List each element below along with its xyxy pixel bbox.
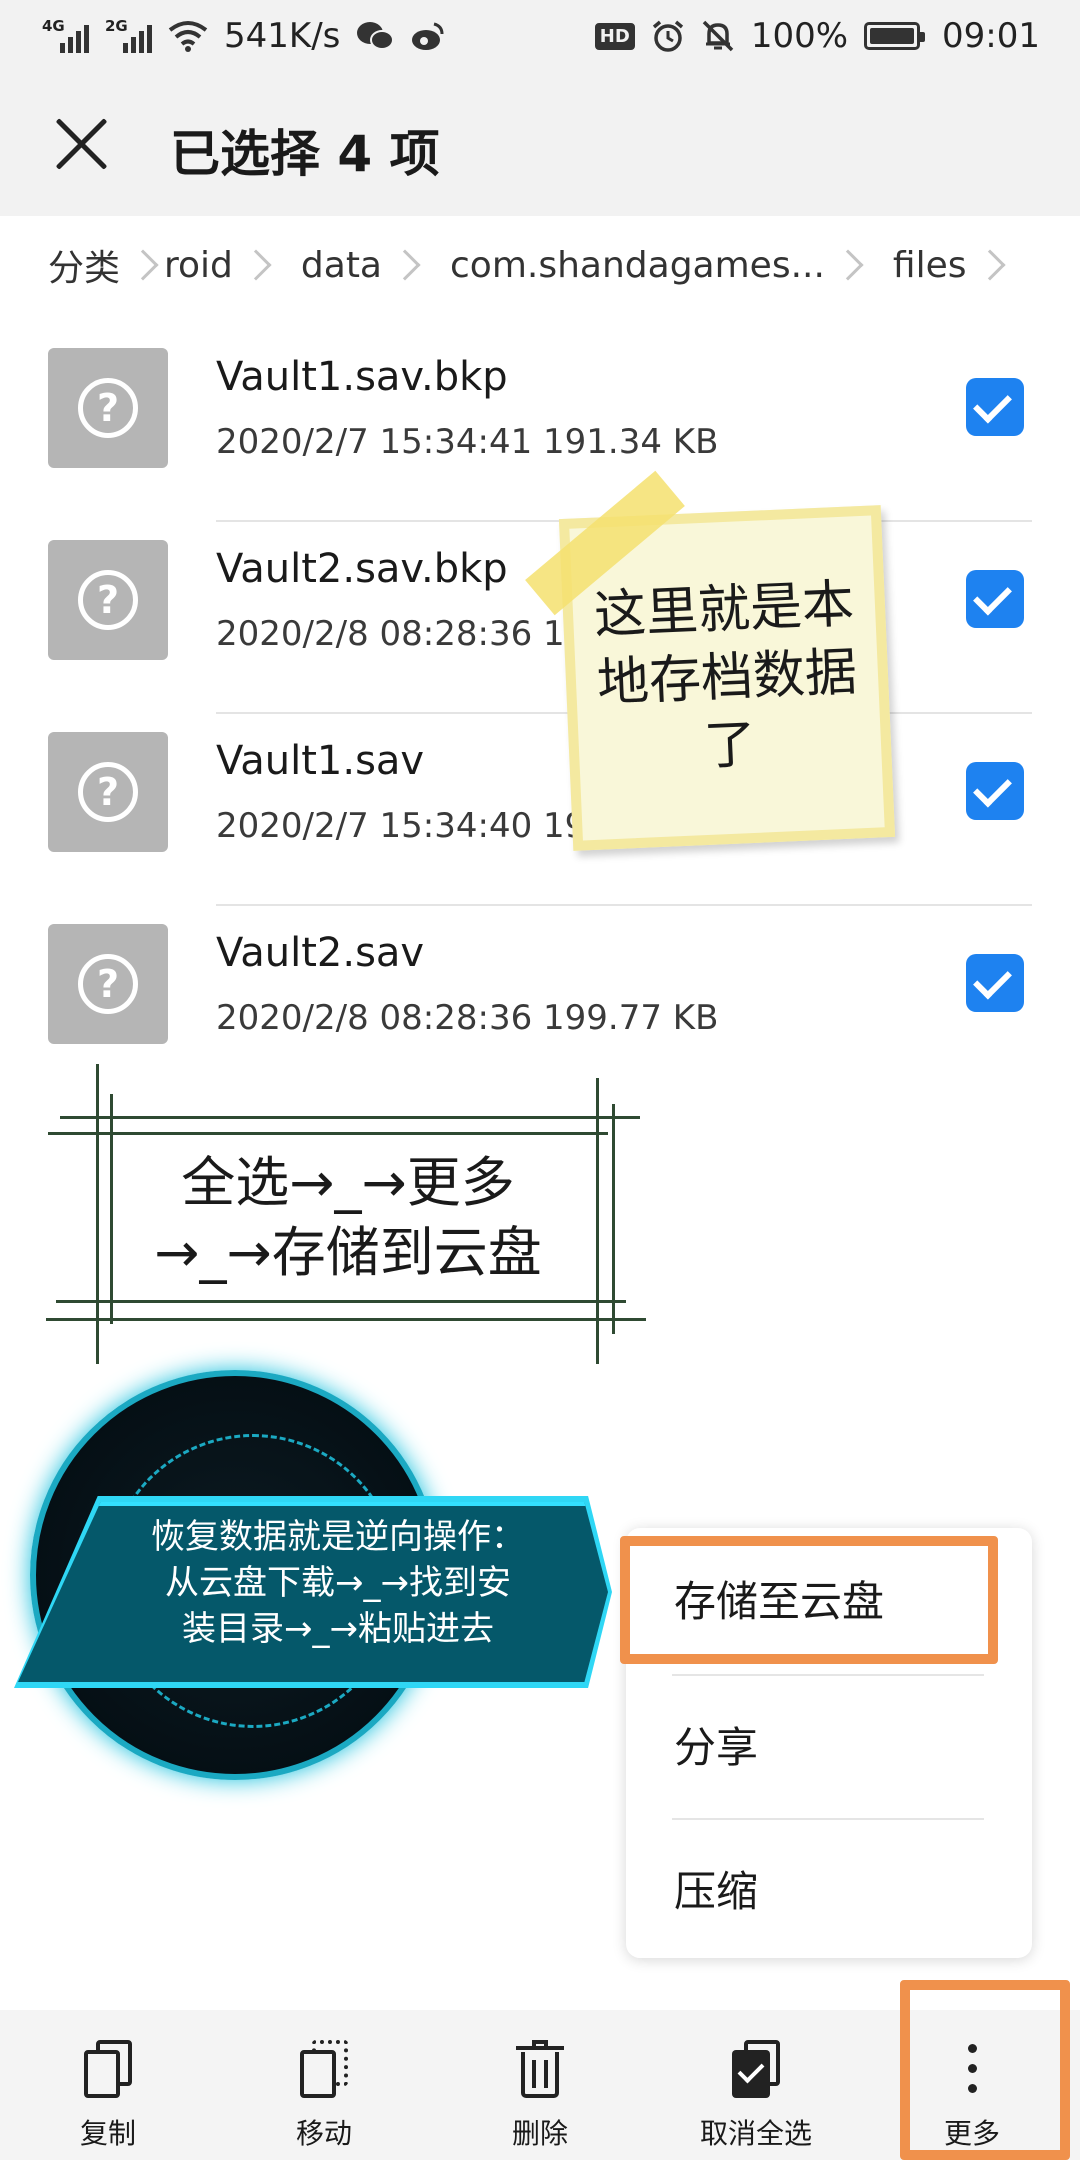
menu-item-share[interactable]: 分享 — [626, 1674, 1032, 1814]
close-icon[interactable] — [52, 114, 112, 174]
hd-badge: HD — [594, 22, 635, 50]
file-thumbnail: ? — [48, 924, 168, 1044]
mute-bell-icon — [702, 20, 734, 52]
restore-tip-badge: 恢复数据就是逆向操作： 从云盘下载→_→找到安 装目录→_→粘贴进去 — [14, 1370, 618, 1780]
file-name: Vault2.sav.bkp — [216, 546, 508, 592]
badge-line-2: 从云盘下载→_→找到安 — [165, 1563, 511, 1603]
highlight-more-button — [900, 1980, 1070, 2160]
highlight-save-to-cloud — [620, 1536, 998, 1664]
move-icon — [300, 2040, 348, 2098]
breadcrumb-item-android[interactable]: roid — [164, 245, 233, 286]
file-thumbnail: ? — [48, 732, 168, 852]
framed-note-line-1: 全选→_→更多 — [181, 1151, 515, 1214]
file-checkbox[interactable] — [966, 570, 1024, 628]
deselect-all-label: 取消全选 — [699, 2117, 812, 2150]
chevron-right-icon — [832, 249, 864, 281]
alarm-icon — [652, 20, 683, 52]
unknown-file-icon: ? — [78, 762, 138, 822]
status-bar-left: 4G 2G 541K/s — [42, 16, 446, 56]
title-bar: 已选择 4 项 — [0, 72, 1080, 216]
breadcrumb-item-package[interactable]: com.shandagames... — [450, 245, 825, 286]
deselect-all-button[interactable]: 取消全选 — [648, 2010, 864, 2160]
signal-icon-1: 4G — [42, 17, 89, 53]
breadcrumb-item-data[interactable]: data — [301, 245, 382, 286]
file-meta: 2020/2/8 08:28:36 199.77 KB — [216, 998, 719, 1038]
status-bar-right: HD 100% 09:01 — [594, 16, 1040, 56]
delete-label: 删除 — [511, 2117, 568, 2150]
breadcrumb: 分类 roid data com.shandagames... files — [0, 222, 1080, 308]
file-thumbnail: ? — [48, 540, 168, 660]
unknown-file-icon: ? — [78, 954, 138, 1014]
file-checkbox[interactable] — [966, 954, 1024, 1012]
file-checkbox[interactable] — [966, 378, 1024, 436]
weibo-icon — [412, 22, 444, 50]
chevron-right-icon — [389, 249, 421, 281]
copy-icon — [84, 2040, 132, 2098]
wifi-icon — [168, 21, 208, 52]
move-button[interactable]: 移动 — [216, 2010, 432, 2160]
badge-text: 恢复数据就是逆向操作： 从云盘下载→_→找到安 装目录→_→粘贴进去 — [98, 1514, 578, 1652]
file-list: ? Vault1.sav.bkp 2020/2/7 15:34:41 191.3… — [0, 330, 1080, 1098]
badge-line-3: 装目录→_→粘贴进去 — [182, 1609, 494, 1649]
file-thumbnail: ? — [48, 348, 168, 468]
network-gen-2: 2G — [105, 17, 128, 35]
file-name: Vault2.sav — [216, 930, 425, 976]
delete-button[interactable]: 删除 — [432, 2010, 648, 2160]
file-name: Vault1.sav — [216, 738, 425, 784]
trash-icon — [516, 2040, 564, 2098]
menu-item-compress[interactable]: 压缩 — [626, 1818, 1032, 1958]
clock: 09:01 — [942, 16, 1040, 56]
chevron-right-icon — [973, 249, 1006, 281]
breadcrumb-item-category[interactable]: 分类 — [48, 239, 120, 291]
file-name: Vault1.sav.bkp — [216, 354, 508, 400]
breadcrumb-item-files[interactable]: files — [893, 245, 967, 286]
chevron-right-icon — [240, 249, 272, 281]
badge-line-1: 恢复数据就是逆向操作： — [151, 1517, 525, 1557]
file-meta: 2020/2/7 15:34:41 191.34 KB — [216, 422, 719, 462]
framed-note-text: 全选→_→更多 →_→存储到云盘 — [48, 1148, 648, 1288]
unknown-file-icon: ? — [78, 570, 138, 630]
chevron-right-icon — [127, 249, 159, 281]
signal-icon-2: 2G — [105, 17, 152, 53]
status-bar: 4G 2G 541K/s HD 100% 09:01 — [0, 0, 1080, 72]
copy-button[interactable]: 复制 — [0, 2010, 216, 2160]
wechat-icon — [357, 22, 395, 50]
move-label: 移动 — [295, 2117, 352, 2150]
file-checkbox[interactable] — [966, 762, 1024, 820]
file-row[interactable]: ? Vault2.sav.bkp 2020/2/8 08:28:36 199.7… — [0, 522, 1080, 714]
page-title: 已选择 4 项 — [170, 125, 440, 183]
deselect-all-icon — [732, 2040, 780, 2098]
battery-icon — [864, 22, 926, 50]
copy-label: 复制 — [79, 2117, 136, 2150]
file-row[interactable]: ? Vault1.sav.bkp 2020/2/7 15:34:41 191.3… — [0, 330, 1080, 522]
file-row[interactable]: ? Vault1.sav 2020/2/7 15:34:40 191.34 KB — [0, 714, 1080, 906]
framed-note-line-2: →_→存储到云盘 — [154, 1221, 542, 1284]
network-speed: 541K/s — [224, 16, 341, 56]
sticky-note-text: 这里就是本地存档数据了 — [592, 574, 859, 778]
battery-percent: 100% — [750, 16, 849, 56]
network-gen-1: 4G — [42, 17, 65, 35]
framed-note: 全选→_→更多 →_→存储到云盘 — [46, 1064, 648, 1364]
unknown-file-icon: ? — [78, 378, 138, 438]
